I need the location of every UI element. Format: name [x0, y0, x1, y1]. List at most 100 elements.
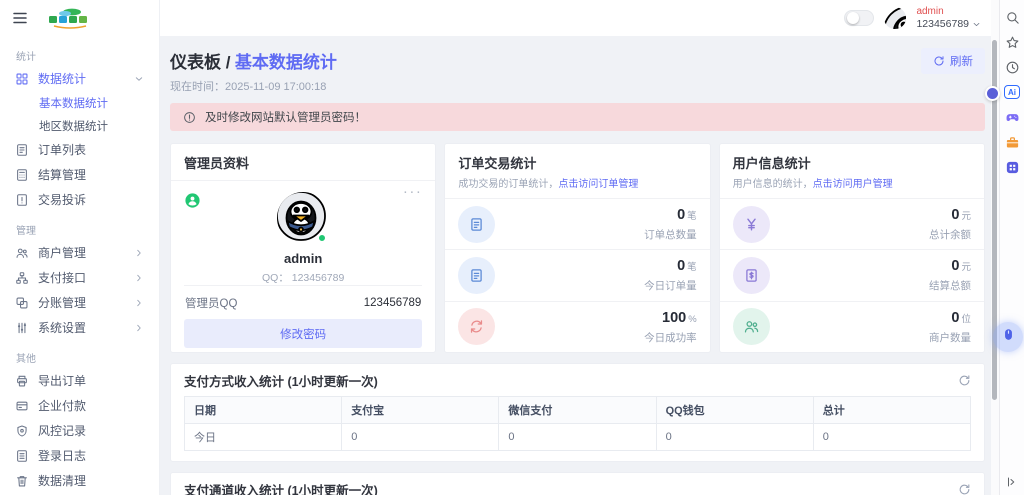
profile-avatar[interactable]: [277, 192, 329, 244]
breadcrumb-prefix: 仪表板 /: [170, 53, 231, 72]
breadcrumb-current[interactable]: 基本数据统计: [235, 53, 337, 72]
chevron-right-icon: [134, 323, 144, 333]
sidebar-item-merchants[interactable]: 商户管理: [0, 240, 159, 265]
merchants-icon: [15, 246, 29, 260]
menu-collapse-button[interactable]: [11, 9, 29, 27]
stat-row-success-rate: 100% 今日成功率: [445, 300, 710, 352]
sidebar-item-risk-records[interactable]: 风控记录: [0, 418, 159, 443]
stat-value: 0: [951, 207, 960, 224]
apps-icon[interactable]: [1004, 159, 1020, 175]
table-cell: 0: [341, 423, 500, 451]
admin-badge-icon: [184, 192, 201, 209]
admin-profile-card: 管理员资料 ··· admin QQ： 123456789 管理员QQ 1234…: [170, 143, 437, 353]
theme-toggle[interactable]: [844, 10, 875, 26]
chevron-down-icon: [134, 74, 144, 84]
table-cell: 0: [498, 423, 657, 451]
ai-assistant-icon[interactable]: Ai: [1004, 84, 1020, 100]
stat-row-total-balance: 0 元总计余额: [720, 199, 984, 249]
table-card-payment-method-income: 支付方式收入统计 (1小时更新一次) 日期 支付宝 微信支付 QQ钱包 总计 今日 0 0 0 0: [170, 363, 985, 462]
page-scrollbar[interactable]: [991, 0, 999, 495]
sidebar-item-login-logs[interactable]: 登录日志: [0, 443, 159, 468]
sidebar-top: [0, 0, 159, 36]
table-cell: 0: [655, 423, 814, 451]
sidebar-menu: 统计 数据统计 基本数据统计 地区数据统计 订单列表 结算管理 交易投诉 管理 商户管理 支付接口…: [0, 36, 159, 495]
stat-unit: 位: [961, 313, 971, 325]
order-management-link[interactable]: 点击访问订单管理: [558, 179, 638, 190]
sidebar-item-split-accounts[interactable]: 分账管理: [0, 290, 159, 315]
user-management-link[interactable]: 点击访问用户管理: [813, 179, 893, 190]
more-button[interactable]: ···: [403, 184, 423, 199]
stat-unit: 笔: [687, 262, 697, 274]
user-avatar[interactable]: [884, 7, 907, 29]
sidebar-item-complaints[interactable]: 交易投诉: [0, 187, 159, 212]
sidebar-item-label: 商户管理: [38, 246, 87, 260]
table-card-payment-channel-income: 支付通道收入统计 (1小时更新一次)日期总计: [170, 472, 985, 495]
sidebar-item-label: 导出订单: [38, 374, 87, 388]
sidebar-item-export-orders[interactable]: 导出订单: [0, 368, 159, 393]
order-stats-card: 订单交易统计 成功交易的订单统计，点击访问订单管理 0 笔订单总数量 0 笔今日订单量…: [444, 143, 711, 353]
order-list-icon: [15, 143, 29, 157]
sidebar-item-order-list[interactable]: 订单列表: [0, 137, 159, 162]
sidebar-item-label: 支付接口: [38, 271, 87, 285]
user-menu[interactable]: admin 123456789: [916, 6, 981, 31]
admin-qq-row: 管理员QQ 123456789: [184, 285, 423, 319]
sidebar-item-label: 登录日志: [38, 449, 87, 463]
alert-text: 及时修改网站默认管理员密码！: [205, 112, 366, 124]
sidebar-item-data-stats[interactable]: 数据统计: [0, 66, 159, 91]
favorites-icon[interactable]: [1004, 34, 1020, 50]
table-refresh-icon[interactable]: [958, 374, 971, 387]
panel-expand-icon[interactable]: [1006, 476, 1018, 488]
change-password-button[interactable]: 修改密码: [184, 319, 423, 348]
user-stats-card: 用户信息统计 用户信息的统计，点击访问用户管理 0 元总计余额 0 元结算总额 0 位商户…: [718, 143, 985, 353]
table-header-cell: 总计: [812, 396, 972, 424]
ai-assistant-label: Ai: [1004, 85, 1020, 99]
stat-unit: 元: [961, 262, 971, 274]
alert-banner: 及时修改网站默认管理员密码！: [170, 103, 985, 131]
sidebar-item-payment-api[interactable]: 支付接口: [0, 265, 159, 290]
stat-row-order-total: 0 笔订单总数量: [445, 199, 709, 249]
sidebar-item-settlement[interactable]: 结算管理: [0, 162, 159, 187]
sidebar-item-enterprise-payment[interactable]: 企业付款: [0, 393, 159, 418]
sidebar-item-label: 数据清理: [38, 474, 87, 488]
stat-cards-row: 管理员资料 ··· admin QQ： 123456789 管理员QQ 1234…: [170, 143, 985, 353]
chevron-down-icon: [972, 20, 981, 29]
user-id: 123456789: [916, 17, 969, 30]
games-icon[interactable]: [1004, 109, 1020, 125]
table-refresh-icon[interactable]: [958, 483, 971, 495]
stat-value: 100: [662, 309, 687, 326]
main-column: admin 123456789 仪表板 / 基本数据统计 刷新 现在时间：202…: [160, 0, 991, 495]
sidebar-item-system-settings[interactable]: 系统设置: [0, 315, 159, 340]
stat-unit: %: [688, 313, 697, 325]
table-header-cell: 日期: [183, 396, 343, 424]
grid-icon: [15, 72, 29, 86]
sidebar-item-label: 结算管理: [38, 168, 87, 182]
stat-value: 0: [677, 207, 686, 224]
sidebar-section-label: 统计: [16, 52, 36, 63]
card-title: 用户信息统计: [732, 156, 811, 171]
toolbox-icon[interactable]: [1004, 134, 1020, 150]
search-icon[interactable]: [1004, 9, 1020, 25]
username: admin: [916, 5, 944, 17]
sidebar-item-basic-data-stats[interactable]: 基本数据统计: [0, 91, 159, 114]
current-time: 现在时间：2025-11-09 17:00:18: [170, 81, 327, 93]
stat-value: 0: [677, 258, 686, 275]
history-icon[interactable]: [1004, 59, 1020, 75]
data-clean-icon: [15, 474, 29, 488]
income-tables: 支付方式收入统计 (1小时更新一次) 日期 支付宝 微信支付 QQ钱包 总计 今日 0 0 0 0 支…: [170, 363, 985, 495]
floating-mouse-widget[interactable]: [993, 322, 1023, 352]
sidebar-item-label: 订单列表: [38, 143, 87, 157]
info-icon: [183, 111, 196, 124]
brand-logo[interactable]: [42, 6, 98, 30]
split-account-icon: [15, 296, 29, 310]
sidebar-item-region-data-stats[interactable]: 地区数据统计: [0, 114, 159, 137]
sidebar-item-data-cleanup[interactable]: 数据清理: [0, 468, 159, 493]
stat-row-merchant-count: 0 位商户数量: [719, 300, 984, 352]
profile-username: admin: [284, 251, 323, 266]
table-title: 支付通道收入统计 (1小时更新一次): [184, 483, 378, 495]
sidebar-item-label: 分账管理: [38, 296, 87, 310]
floating-extension-badge[interactable]: [985, 86, 1000, 101]
stat-unit: 笔: [687, 211, 697, 223]
refresh-button[interactable]: 刷新: [921, 48, 985, 74]
sidebar-item-label: 交易投诉: [38, 193, 87, 207]
refresh-icon: [933, 55, 945, 67]
